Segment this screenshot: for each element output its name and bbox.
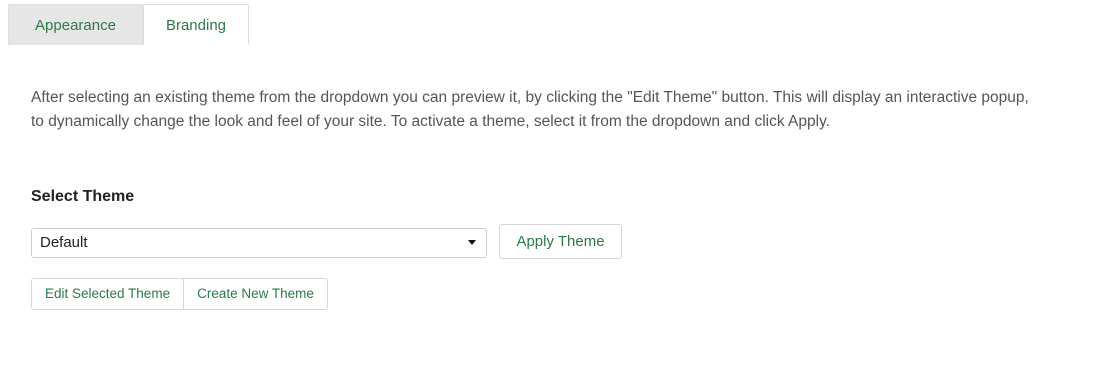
theme-select-value: Default — [40, 234, 88, 251]
tab-appearance[interactable]: Appearance — [8, 4, 143, 45]
theme-actions-group: Edit Selected Theme Create New Theme — [31, 278, 328, 310]
apply-theme-button[interactable]: Apply Theme — [499, 224, 622, 259]
theme-settings-page: Appearance Branding After selecting an e… — [0, 0, 1120, 383]
tab-bar: Appearance Branding — [8, 4, 249, 45]
theme-description: After selecting an existing theme from t… — [31, 89, 1029, 130]
edit-selected-theme-button[interactable]: Edit Selected Theme — [32, 279, 184, 309]
tab-branding[interactable]: Branding — [143, 4, 249, 45]
select-theme-label: Select Theme — [31, 188, 135, 205]
create-new-theme-button[interactable]: Create New Theme — [183, 279, 327, 309]
theme-select[interactable]: Default — [31, 228, 487, 258]
caret-down-icon — [468, 240, 476, 245]
